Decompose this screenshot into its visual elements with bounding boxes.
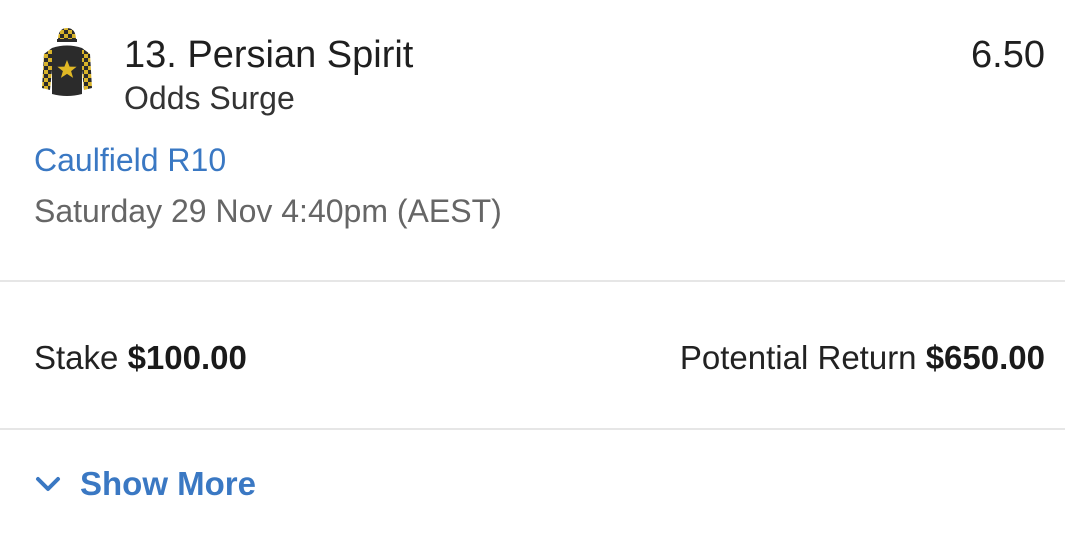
divider [0, 428, 1065, 430]
runner-name: 13. Persian Spirit [124, 34, 414, 76]
stake-amount: $100.00 [127, 339, 247, 376]
show-more-button[interactable]: Show More [34, 462, 256, 506]
potential-return-summary: Potential Return $650.00 [680, 338, 1045, 378]
stake-label: Stake [34, 339, 119, 376]
show-more-label: Show More [80, 465, 257, 502]
stake-summary: Stake $100.00 [34, 338, 247, 378]
jockey-silks-icon [40, 26, 94, 100]
race-start-time: Saturday 29 Nov 4:40pm (AEST) [34, 193, 502, 229]
divider [0, 280, 1065, 282]
bet-slip-card: 13. Persian Spirit 6.50 Odds Surge Caulf… [0, 0, 1065, 537]
potential-return-label: Potential Return [679, 339, 917, 376]
chevron-down-icon [34, 474, 62, 494]
odds-value: 6.50 [971, 34, 1045, 76]
race-link[interactable]: Caulfield R10 [34, 141, 226, 179]
potential-return-amount: $650.00 [925, 339, 1045, 376]
bet-type-label: Odds Surge [124, 80, 295, 116]
